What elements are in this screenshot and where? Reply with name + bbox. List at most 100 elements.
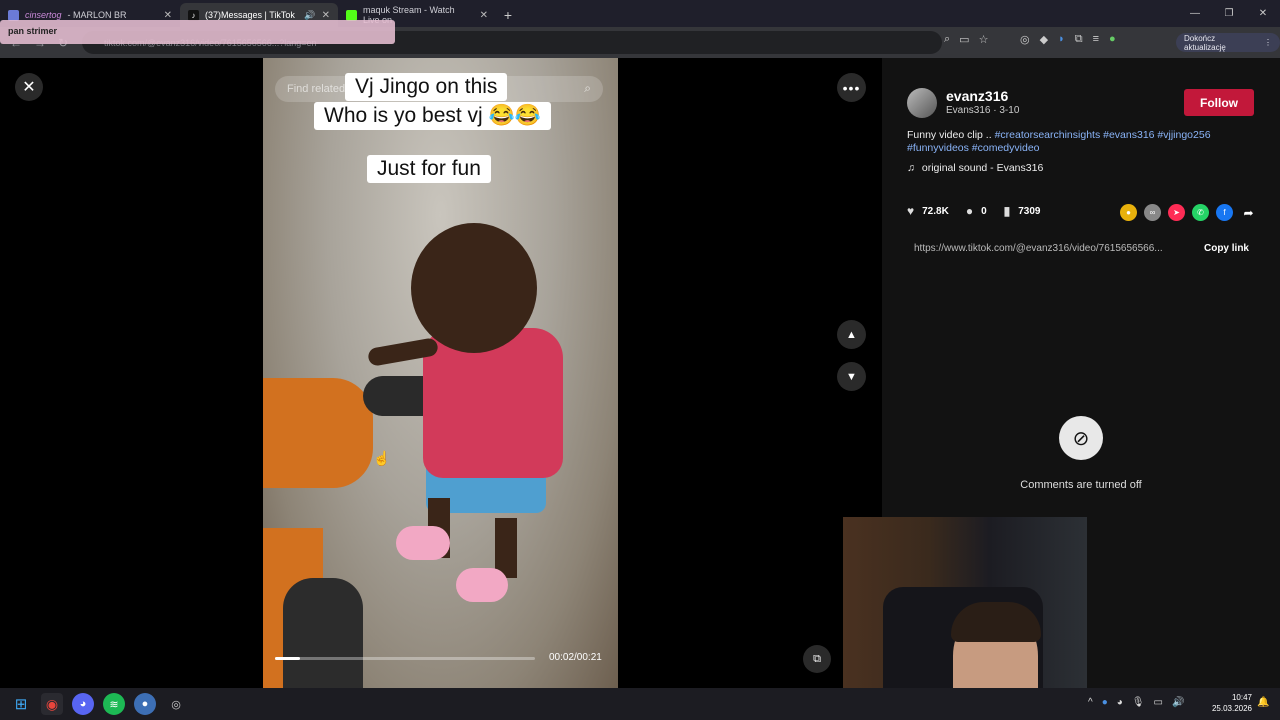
video-player[interactable]: Find related ⌕ Vj Jingo on this Who is y… (263, 58, 618, 688)
update-label: Dokończ aktualizację (1184, 33, 1226, 52)
video-scene (423, 328, 563, 478)
clock-date: 25.03.2026 (1211, 704, 1252, 713)
hashtags[interactable]: #funnyvideos #comedyvideo (907, 142, 1040, 154)
spotify-icon[interactable]: ≋ (103, 693, 125, 715)
tooltip: pan strimer (0, 20, 395, 44)
more-options-button[interactable]: ••• (837, 73, 866, 102)
next-video-button[interactable]: ▼ (837, 362, 866, 391)
chevron-up-icon[interactable]: ^ (1088, 697, 1093, 708)
update-button[interactable]: Dokończ aktualizację ⋮ (1176, 33, 1280, 52)
whatsapp-icon[interactable]: ✆ (1192, 204, 1209, 221)
copy-link-row: https://www.tiktok.com/@evanz316/video/7… (907, 236, 1257, 260)
embed-icon[interactable]: ● (1120, 204, 1137, 221)
video-scene (411, 223, 537, 353)
new-tab-button[interactable]: + (496, 3, 520, 27)
tab-label: (37)Messages | TikTok (205, 10, 295, 20)
close-window-icon[interactable]: ✕ (1246, 0, 1280, 27)
save-button[interactable]: ▮ 7309 (1004, 204, 1041, 218)
progress-fill (275, 657, 300, 660)
restore-icon[interactable]: ❐ (1212, 0, 1246, 27)
clock-time: 10:47 (1231, 693, 1252, 702)
author-username[interactable]: evanz316 (946, 88, 1008, 104)
comments-off-icon: ⊘ (1059, 416, 1103, 460)
microphone-icon[interactable]: 🎙 (1132, 697, 1145, 708)
notification-bell-icon[interactable]: 🔔 (1257, 697, 1269, 708)
search-placeholder: Find related (287, 83, 346, 95)
previous-video-button[interactable]: ▲ (837, 320, 866, 349)
bookmark-star-icon[interactable]: ☆ (979, 33, 989, 46)
like-count: 72.8K (922, 205, 949, 217)
picture-in-picture-button[interactable]: ⧉ (803, 645, 831, 673)
network-icon[interactable]: ▭ (1154, 697, 1163, 708)
hashtags[interactable]: #creatorsearchinsights #evans316 #vjjing… (995, 129, 1211, 141)
windows-start-icon[interactable]: ⊞ (10, 693, 32, 715)
video-caption: Who is yo best vj 😂😂 (314, 102, 551, 130)
mouse-cursor-icon: ☝ (373, 450, 391, 466)
video-scene (456, 568, 508, 602)
tray-app-icon[interactable]: ● (1102, 697, 1108, 708)
music-note-icon: ♫ (907, 162, 915, 174)
extension-icon[interactable]: ◎ (1020, 33, 1030, 46)
video-scene (283, 578, 363, 688)
kebab-menu-icon[interactable]: ⋮ (1264, 38, 1272, 47)
share-arrow-icon[interactable]: ➦ (1240, 204, 1257, 221)
volume-icon[interactable]: 🔊 (1172, 697, 1184, 708)
video-url: https://www.tiktok.com/@evanz316/video/7… (914, 242, 1163, 254)
taskbar-apps: ⊞ ◉ ◕ ≋ ● ◎ (10, 693, 187, 715)
follow-button[interactable]: Follow (1184, 89, 1254, 116)
zoom-icon[interactable]: ⌕ (944, 33, 950, 46)
discord-tray-icon[interactable]: ◕ (1117, 697, 1123, 708)
search-icon[interactable]: ⌕ (584, 81, 591, 96)
extension-icon[interactable]: ◆ (1040, 33, 1048, 46)
avatar[interactable] (907, 88, 937, 118)
speaker-icon[interactable]: 🔊 (304, 10, 315, 21)
video-area: ✕ ••• ▲ ▼ ⧉ Find related ⌕ Vj Jingo on t… (0, 58, 882, 688)
tiktok-favicon-icon: ♪ (188, 9, 199, 21)
video-scene (263, 378, 373, 488)
facebook-icon[interactable]: f (1216, 204, 1233, 221)
send-icon[interactable]: ➤ (1168, 204, 1185, 221)
comment-button[interactable]: ● 0 (966, 204, 987, 218)
save-count: 7309 (1018, 205, 1041, 217)
extension-icon[interactable]: ◗ (1058, 33, 1065, 46)
app-icon[interactable]: ● (134, 693, 156, 715)
tab-prefix: cinsertog (25, 10, 62, 20)
puzzle-icon[interactable]: ⧉ (1075, 33, 1083, 46)
comment-count: 0 (981, 205, 987, 217)
sound-link[interactable]: ♫ original sound - Evans316 (907, 162, 1043, 174)
profile-icon[interactable]: ● (1109, 33, 1116, 46)
omnibox-actions: ⌕ ▭ ☆ (944, 33, 988, 46)
tab-favicon-icon (8, 9, 19, 21)
bookmark-icon: ▮ (1003, 204, 1011, 218)
tiktok-video-page: ✕ ••• ▲ ▼ ⧉ Find related ⌕ Vj Jingo on t… (0, 58, 1280, 688)
kick-favicon-icon (346, 9, 357, 21)
close-tab-icon[interactable]: ✕ (322, 10, 330, 21)
close-tab-icon[interactable]: ✕ (480, 10, 488, 21)
video-caption: Vj Jingo on this (345, 73, 508, 101)
tab-label: - MARLON BR (67, 10, 127, 20)
share-link-icon[interactable]: ∞ (1144, 204, 1161, 221)
sound-name: original sound - Evans316 (921, 162, 1044, 174)
like-button[interactable]: ♥ 72.8K (907, 204, 949, 218)
close-video-button[interactable]: ✕ (15, 73, 43, 101)
tooltip-text: pan strimer (8, 26, 58, 36)
chrome-icon[interactable]: ◉ (41, 693, 63, 715)
video-description: Funny video clip .. #creatorsearchinsigh… (907, 129, 1257, 155)
description-text: Funny video clip .. (907, 129, 992, 141)
obs-icon[interactable]: ◎ (165, 693, 187, 715)
comments-off-text: Comments are turned off (1020, 479, 1142, 491)
video-progress-bar[interactable] (275, 657, 535, 660)
author-subline: Evans316 · 3-10 (946, 105, 1020, 116)
timecode: 00:02/00:21 (549, 652, 602, 663)
minimize-icon[interactable]: — (1178, 0, 1212, 27)
webcam-scene (951, 602, 1041, 642)
extensions: ◎ ◆ ◗ ⧉ ≡ ● (1020, 33, 1116, 46)
discord-icon[interactable]: ◕ (72, 693, 94, 715)
system-clock[interactable]: 10:47 25.03.2026 (1210, 692, 1252, 714)
share-options: ● ∞ ➤ ✆ f ➦ (1120, 204, 1257, 221)
cast-icon[interactable]: ▭ (959, 33, 969, 46)
media-control-icon[interactable]: ≡ (1093, 33, 1099, 46)
copy-link-button[interactable]: Copy link (1204, 243, 1257, 254)
close-tab-icon[interactable]: ✕ (164, 10, 172, 21)
heart-icon: ♥ (907, 204, 915, 218)
